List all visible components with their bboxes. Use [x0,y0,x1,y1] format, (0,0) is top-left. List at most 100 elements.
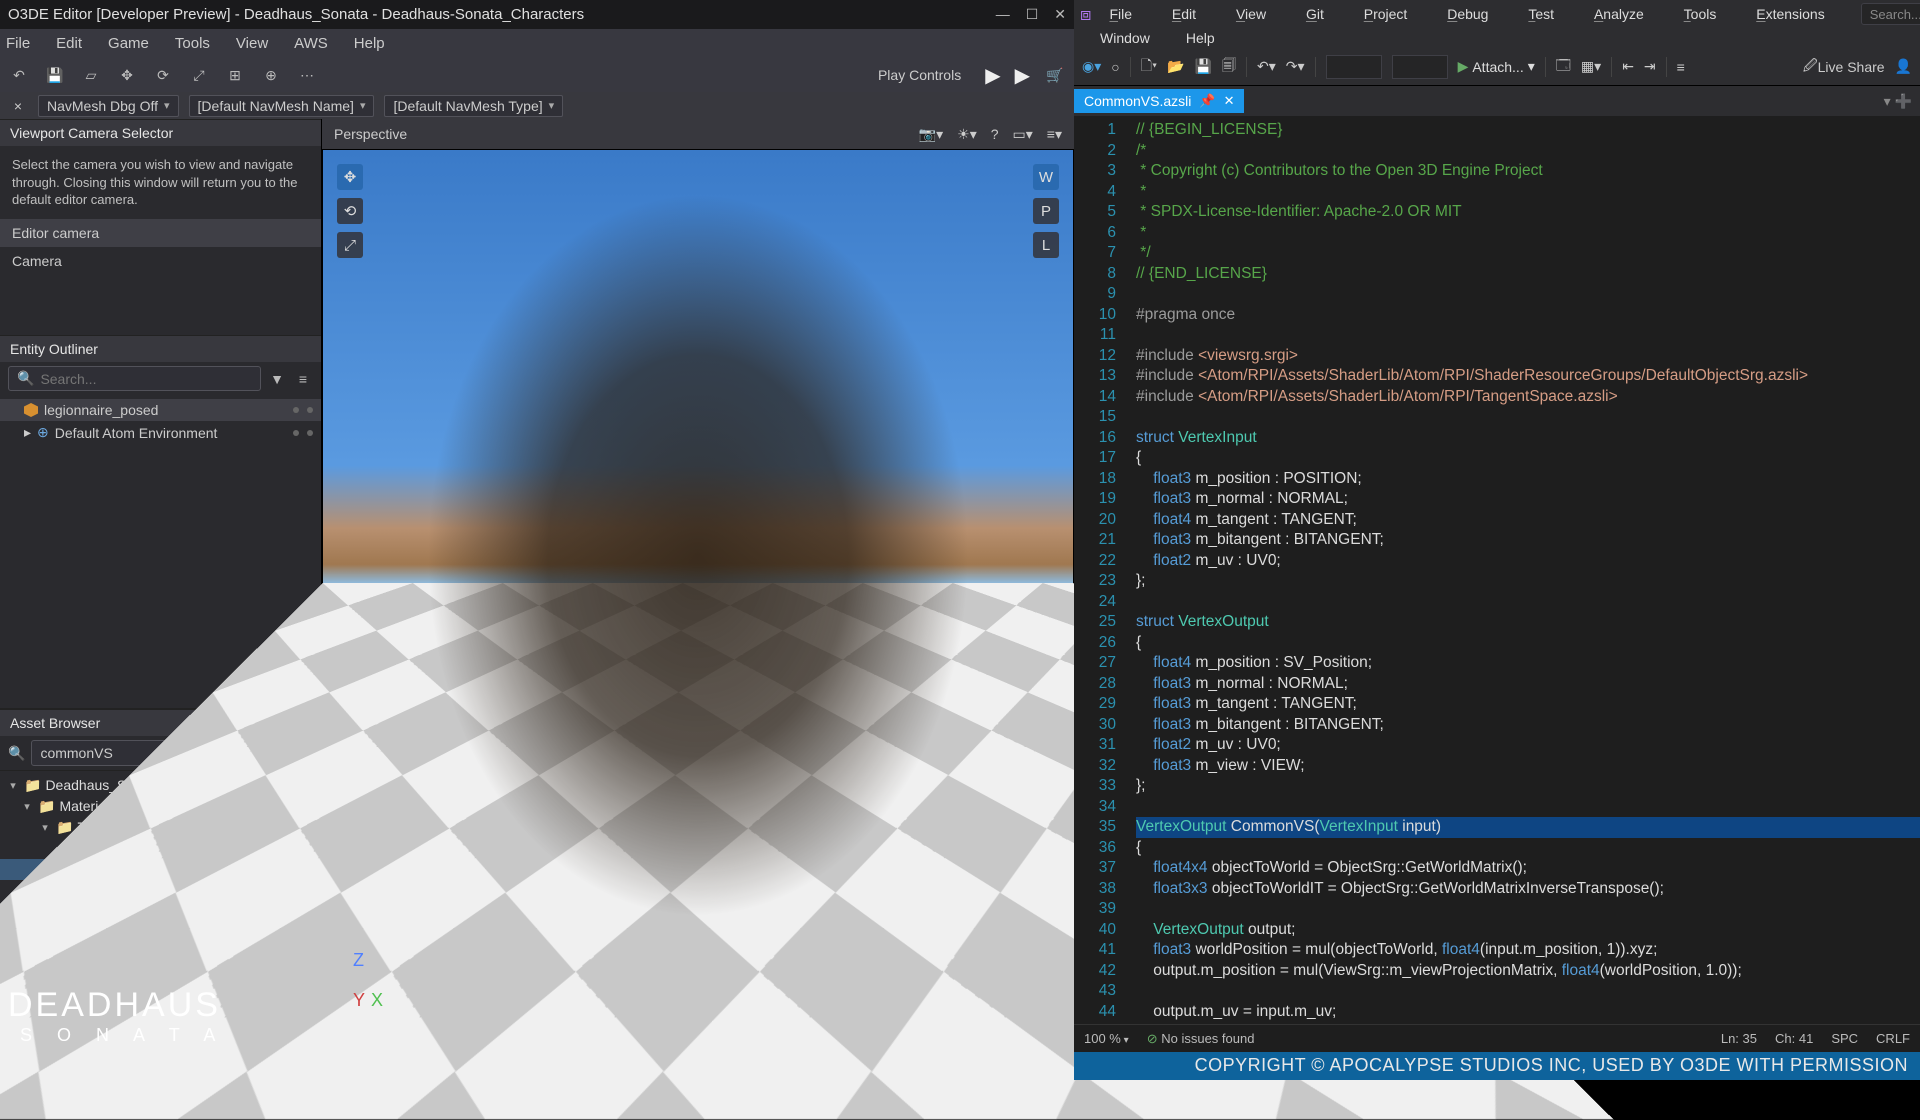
camera-item-camera[interactable]: Camera [0,247,321,275]
undo-icon[interactable]: ↶ [8,64,30,86]
tool-icon[interactable]: ⇤ [1622,58,1634,75]
menu-help[interactable]: Help [354,35,385,52]
play-controls-label: Play Controls [878,67,961,83]
menu-view[interactable]: View [236,35,268,52]
nav-fwd-icon[interactable]: ○ [1111,59,1119,75]
save-all-icon[interactable]: 🗐 [1222,55,1236,79]
tool-icon[interactable]: ≡ [1677,59,1685,75]
sort-icon[interactable]: ≡ [293,369,313,389]
snap-icon[interactable]: ⊞ [224,64,246,86]
new-icon[interactable]: 🗋▾ [1141,55,1157,79]
close-icon[interactable]: ✕ [1054,6,1066,23]
o3de-menubar: File Edit Game Tools View AWS Help [0,29,1074,58]
entity-row[interactable]: legionnaire_posed [0,399,321,421]
menu-project[interactable]: Project [1364,6,1408,22]
maximize-icon[interactable]: ☐ [1026,6,1039,23]
cart-icon[interactable]: 🛒 [1044,64,1066,86]
viewport-canvas[interactable]: ✥ ⟲ ⤢ W P L ZYX [322,149,1074,1052]
scale-icon[interactable]: ⤢ [188,64,210,86]
vp-parent-icon[interactable]: P [1033,198,1059,224]
menu-window[interactable]: Window [1100,30,1150,46]
camera-panel-info: Select the camera you wish to view and n… [0,146,321,219]
vs-tab-active[interactable]: CommonVS.azsli 📌 ✕ [1074,89,1244,113]
aspect-icon[interactable]: ▭▾ [1013,126,1033,143]
entity-search[interactable]: 🔍 [8,366,261,391]
filter-icon[interactable]: ▼ [267,369,287,389]
navmesh-name-dropdown[interactable]: [Default NavMesh Name] [189,95,375,117]
rotate-icon[interactable]: ⟳ [152,64,174,86]
entity-search-input[interactable] [40,371,252,387]
tool-icon[interactable]: ⇥ [1644,58,1656,75]
cube-icon [24,403,38,417]
nav-back-icon[interactable]: ◉▾ [1082,58,1101,75]
camera-item-editor[interactable]: Editor camera [0,219,321,247]
vp-scale-icon[interactable]: ⤢ [337,232,363,258]
play-sim-icon[interactable]: ▶ [1015,63,1030,88]
menu-test[interactable]: Test [1528,6,1554,22]
vs-editor[interactable]: 1 2 3 4 5 6 7 8 9 10 11 12 13 14 15 16 1… [1074,116,1920,1024]
eol-mode: CRLF [1876,1031,1910,1046]
account-icon[interactable]: 👤 [1895,58,1912,75]
play-icon[interactable]: ▶ [985,63,1000,88]
platform-dropdown[interactable] [1392,55,1448,79]
menu-analyze[interactable]: Analyze [1594,6,1644,22]
config-dropdown[interactable] [1326,55,1382,79]
tool-icon[interactable]: ▦▾ [1581,58,1601,75]
menu-game[interactable]: Game [108,35,149,52]
vs-menubar-2: Window Help [1074,28,1920,48]
close-tab-icon[interactable]: ✕ [1224,93,1235,109]
navmesh-type-dropdown[interactable]: [Default NavMesh Type] [384,95,563,117]
globe-icon[interactable]: ⊕ [260,64,282,86]
o3de-toolbar: ↶ 💾 ▱ ✥ ⟳ ⤢ ⊞ ⊕ ⋯ Play Controls ▶ ▶ 🛒 [0,58,1074,92]
undo-icon[interactable]: ↶▾ [1257,58,1276,75]
menu-file[interactable]: File [6,35,30,52]
minimize-icon[interactable]: — [996,6,1010,23]
menu-git[interactable]: Git [1306,6,1324,22]
menu-extensions[interactable]: Extensions [1756,6,1825,22]
entity-name: legionnaire_posed [44,402,158,418]
o3de-title-text: O3DE Editor [Developer Preview] - Deadha… [8,6,988,23]
vp-world-icon[interactable]: W [1033,164,1059,190]
save-icon[interactable]: 💾 [44,64,66,86]
open-icon[interactable]: 📂 [1167,58,1184,75]
pin-icon[interactable]: 📌 [1199,93,1215,109]
tab-overflow-icon[interactable]: ▾ ➕ [1876,93,1920,110]
entity-tree: legionnaire_posed ▸⊕ Default Atom Enviro… [0,395,321,448]
code-area[interactable]: // {BEGIN_LICENSE} /* * Copyright (c) Co… [1126,116,1920,1024]
redo-icon[interactable]: ↷▾ [1286,58,1305,75]
menu-file[interactable]: File [1109,6,1132,22]
select-icon[interactable]: ▱ [80,64,102,86]
attach-button[interactable]: ▶Attach...▾ [1458,58,1535,75]
nav-close-icon[interactable]: × [8,98,28,114]
entity-name: Default Atom Environment [55,425,218,441]
menu-icon[interactable]: ≡▾ [1047,126,1062,143]
menu-view[interactable]: View [1236,6,1266,22]
help-icon[interactable]: ? [991,126,999,143]
menu-aws[interactable]: AWS [294,35,328,52]
line-gutter: 1 2 3 4 5 6 7 8 9 10 11 12 13 14 15 16 1… [1074,116,1126,1024]
tool-icon[interactable]: 🗔 [1556,55,1571,79]
zoom-level[interactable]: 100 % [1084,1031,1129,1046]
camera-panel-title: Viewport Camera Selector [0,119,321,146]
menu-help[interactable]: Help [1186,30,1215,46]
camera-icon[interactable]: 📷▾ [919,126,943,143]
more-icon[interactable]: ⋯ [296,64,318,86]
vs-search[interactable]: Search... 🔍 [1861,3,1920,25]
live-share[interactable]: 🖉 Live Share [1803,55,1885,79]
vp-local-icon[interactable]: L [1033,232,1059,258]
vp-move-icon[interactable]: ✥ [337,164,363,190]
brand-watermark: DEADHAUS S O N A T A [8,986,225,1046]
menu-tools[interactable]: Tools [175,35,210,52]
navmesh-dbg-dropdown[interactable]: NavMesh Dbg Off [38,95,179,117]
menu-edit[interactable]: Edit [56,35,82,52]
sun-icon[interactable]: ☀▾ [957,126,977,143]
search-icon: 🔍 [17,370,34,387]
menu-tools[interactable]: Tools [1684,6,1717,22]
entity-row[interactable]: ▸⊕ Default Atom Environment [0,421,321,444]
move-icon[interactable]: ✥ [116,64,138,86]
viewport-title: Perspective [334,126,407,142]
menu-debug[interactable]: Debug [1447,6,1488,22]
menu-edit[interactable]: Edit [1172,6,1196,22]
vp-rotate-icon[interactable]: ⟲ [337,198,363,224]
save-icon[interactable]: 💾 [1195,58,1212,75]
